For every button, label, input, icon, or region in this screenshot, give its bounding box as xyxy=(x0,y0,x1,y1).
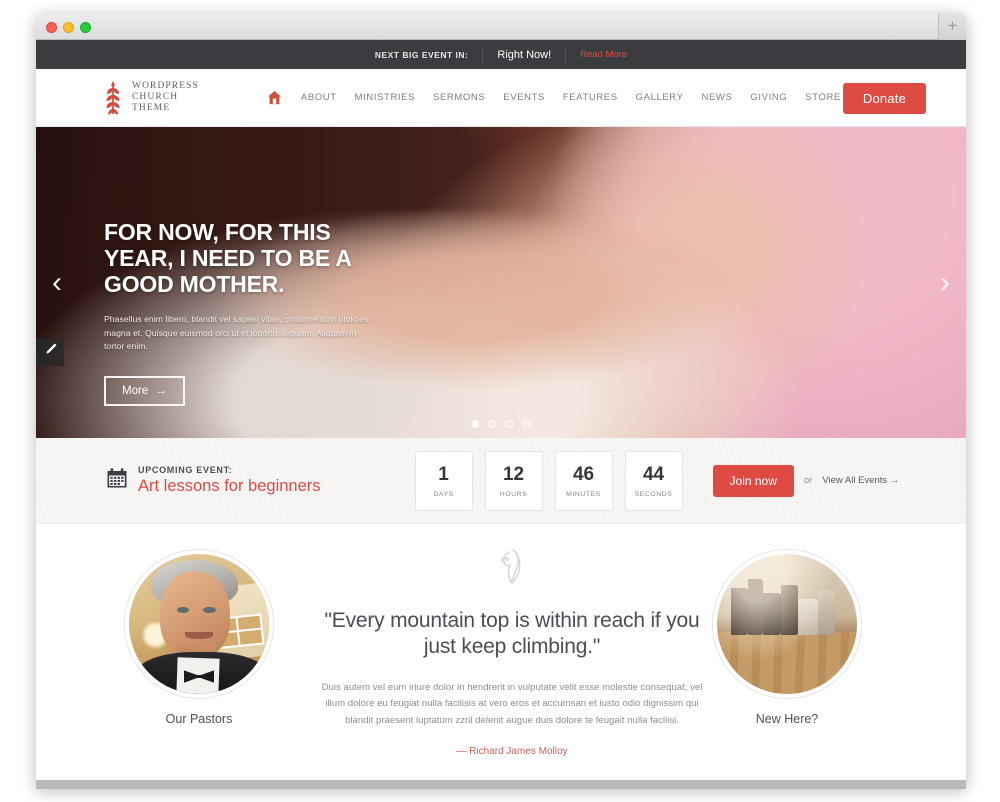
event-actions: Join now or View All Events → xyxy=(712,464,899,497)
next-event-time: Right Now! xyxy=(497,48,552,61)
logo-line-1: WORDPRESS xyxy=(132,81,199,91)
home-icon[interactable] xyxy=(267,90,292,105)
join-now-button[interactable]: Join now xyxy=(712,464,794,497)
nav-item-giving[interactable]: GIVING xyxy=(741,92,796,103)
counter-days-value: 1 xyxy=(438,463,449,485)
announcement-link-segment[interactable]: Read More xyxy=(565,46,641,63)
hero-prev-button[interactable]: ‹ xyxy=(52,267,62,298)
announcement-time-segment: Right Now! xyxy=(482,46,565,63)
donate-button[interactable]: Donate xyxy=(842,83,926,114)
counter-hours-label: HOURS xyxy=(499,490,528,498)
event-kicker: UPCOMING EVENT: xyxy=(138,465,233,475)
logo-line-2: CHURCH xyxy=(132,92,179,102)
hero-dot-1[interactable] xyxy=(471,420,480,428)
browser-titlebar: + xyxy=(36,14,966,40)
counter-minutes: 46 MINUTES xyxy=(554,450,613,511)
counter-seconds-label: SECONDS xyxy=(634,490,673,498)
counter-minutes-value: 46 xyxy=(572,463,595,485)
hero-dot-4[interactable] xyxy=(522,420,531,428)
browser-window: + NEXT BIG EVENT IN: Right Now! Read Mor… xyxy=(36,14,966,789)
dove-icon xyxy=(312,546,712,586)
nav-item-store[interactable]: STORE xyxy=(796,92,850,103)
wheat-icon xyxy=(102,79,124,117)
hero-description: Phasellus enim libero, blandit vel sapie… xyxy=(104,314,369,352)
nav-item-news[interactable]: NEWS xyxy=(693,92,742,103)
main-navigation: ABOUT MINISTRIES SERMONS EVENTS FEATURES… xyxy=(267,90,883,105)
site-header: WORDPRESS CHURCH THEME ABOUT MINISTRIES … xyxy=(36,69,966,127)
nav-item-gallery[interactable]: GALLERY xyxy=(627,92,693,103)
event-info: UPCOMING EVENT: Art lessons for beginner… xyxy=(106,465,321,496)
quote-text: "Every mountain top is within reach if y… xyxy=(324,609,700,659)
next-event-label: NEXT BIG EVENT IN: xyxy=(374,49,469,60)
counter-hours: 12 HOURS xyxy=(484,450,543,511)
read-more-link[interactable]: Read More xyxy=(580,49,627,60)
calendar-icon xyxy=(106,467,128,494)
pastor-portrait-image[interactable] xyxy=(125,550,273,698)
hero-content: FOR NOW, FOR THIS YEAR, I NEED TO BE A G… xyxy=(104,219,404,406)
nav-item-ministries[interactable]: MINISTRIES xyxy=(346,92,424,103)
site-logo[interactable]: WORDPRESS CHURCH THEME xyxy=(102,79,199,117)
quote-body: Duis autem vel eum iriure dolor in hendr… xyxy=(321,681,703,726)
callouts-section: Our Pastors "Every mountain top is withi… xyxy=(36,524,966,789)
hero-more-button[interactable]: More → xyxy=(104,375,185,406)
nav-item-about[interactable]: ABOUT xyxy=(292,92,346,103)
hero-pagination xyxy=(471,420,531,428)
quote-author: — Richard James Molloy xyxy=(456,746,568,758)
window-controls xyxy=(46,22,91,33)
new-tab-button[interactable]: + xyxy=(938,14,966,40)
view-all-events-link[interactable]: View All Events → xyxy=(822,475,899,486)
nav-item-features[interactable]: FEATURES xyxy=(554,92,627,103)
nav-item-sermons[interactable]: SERMONS xyxy=(424,92,494,103)
pencil-icon xyxy=(43,342,58,362)
nav-item-events[interactable]: EVENTS xyxy=(494,92,554,103)
callout-caption-pastors: Our Pastors xyxy=(165,712,233,726)
counter-days-label: DAYS xyxy=(433,490,454,498)
page-bottom-edge xyxy=(36,780,966,789)
hero-title: FOR NOW, FOR THIS YEAR, I NEED TO BE A G… xyxy=(104,219,351,297)
books-photo-image[interactable] xyxy=(713,550,861,698)
maximize-window-button[interactable] xyxy=(80,22,91,33)
counter-hours-value: 12 xyxy=(502,463,525,485)
announcement-label-segment: NEXT BIG EVENT IN: xyxy=(361,47,483,63)
callout-card-new-here[interactable]: New Here? xyxy=(713,550,861,726)
page-viewport: NEXT BIG EVENT IN: Right Now! Read More xyxy=(36,40,966,789)
quote-block: "Every mountain top is within reach if y… xyxy=(312,546,712,757)
event-countdown-bar: UPCOMING EVENT: Art lessons for beginner… xyxy=(36,438,966,524)
counter-seconds-value: 44 xyxy=(642,463,665,485)
logo-line-3: THEME xyxy=(132,103,171,113)
pastor-portrait-art xyxy=(129,554,269,694)
arrow-right-icon: → xyxy=(155,384,167,397)
counter-days: 1 DAYS xyxy=(414,450,473,511)
hero-dot-2[interactable] xyxy=(488,420,497,428)
close-window-button[interactable] xyxy=(46,22,57,33)
hero-slider: FOR NOW, FOR THIS YEAR, I NEED TO BE A G… xyxy=(36,127,966,438)
minimize-window-button[interactable] xyxy=(63,22,74,33)
countdown-counters: 1 DAYS 12 HOURS 46 MINUTES 44 SECONDS xyxy=(414,450,683,511)
hero-next-button[interactable]: › xyxy=(940,267,950,298)
event-title[interactable]: Art lessons for beginners xyxy=(138,477,321,496)
edit-slide-button[interactable] xyxy=(36,338,64,366)
callout-card-pastors[interactable]: Our Pastors xyxy=(125,550,273,726)
counter-minutes-label: MINUTES xyxy=(566,490,601,498)
hero-dot-3[interactable] xyxy=(505,420,514,428)
logo-text-block: WORDPRESS CHURCH THEME xyxy=(132,81,199,114)
callout-caption-new-here: New Here? xyxy=(755,712,819,726)
books-photo-art xyxy=(717,554,857,694)
event-or-label: or xyxy=(803,475,813,486)
hero-more-label: More xyxy=(122,384,149,397)
counter-seconds: 44 SECONDS xyxy=(624,450,683,511)
event-texts: UPCOMING EVENT: Art lessons for beginner… xyxy=(138,465,321,496)
announcement-bar: NEXT BIG EVENT IN: Right Now! Read More xyxy=(36,40,966,69)
